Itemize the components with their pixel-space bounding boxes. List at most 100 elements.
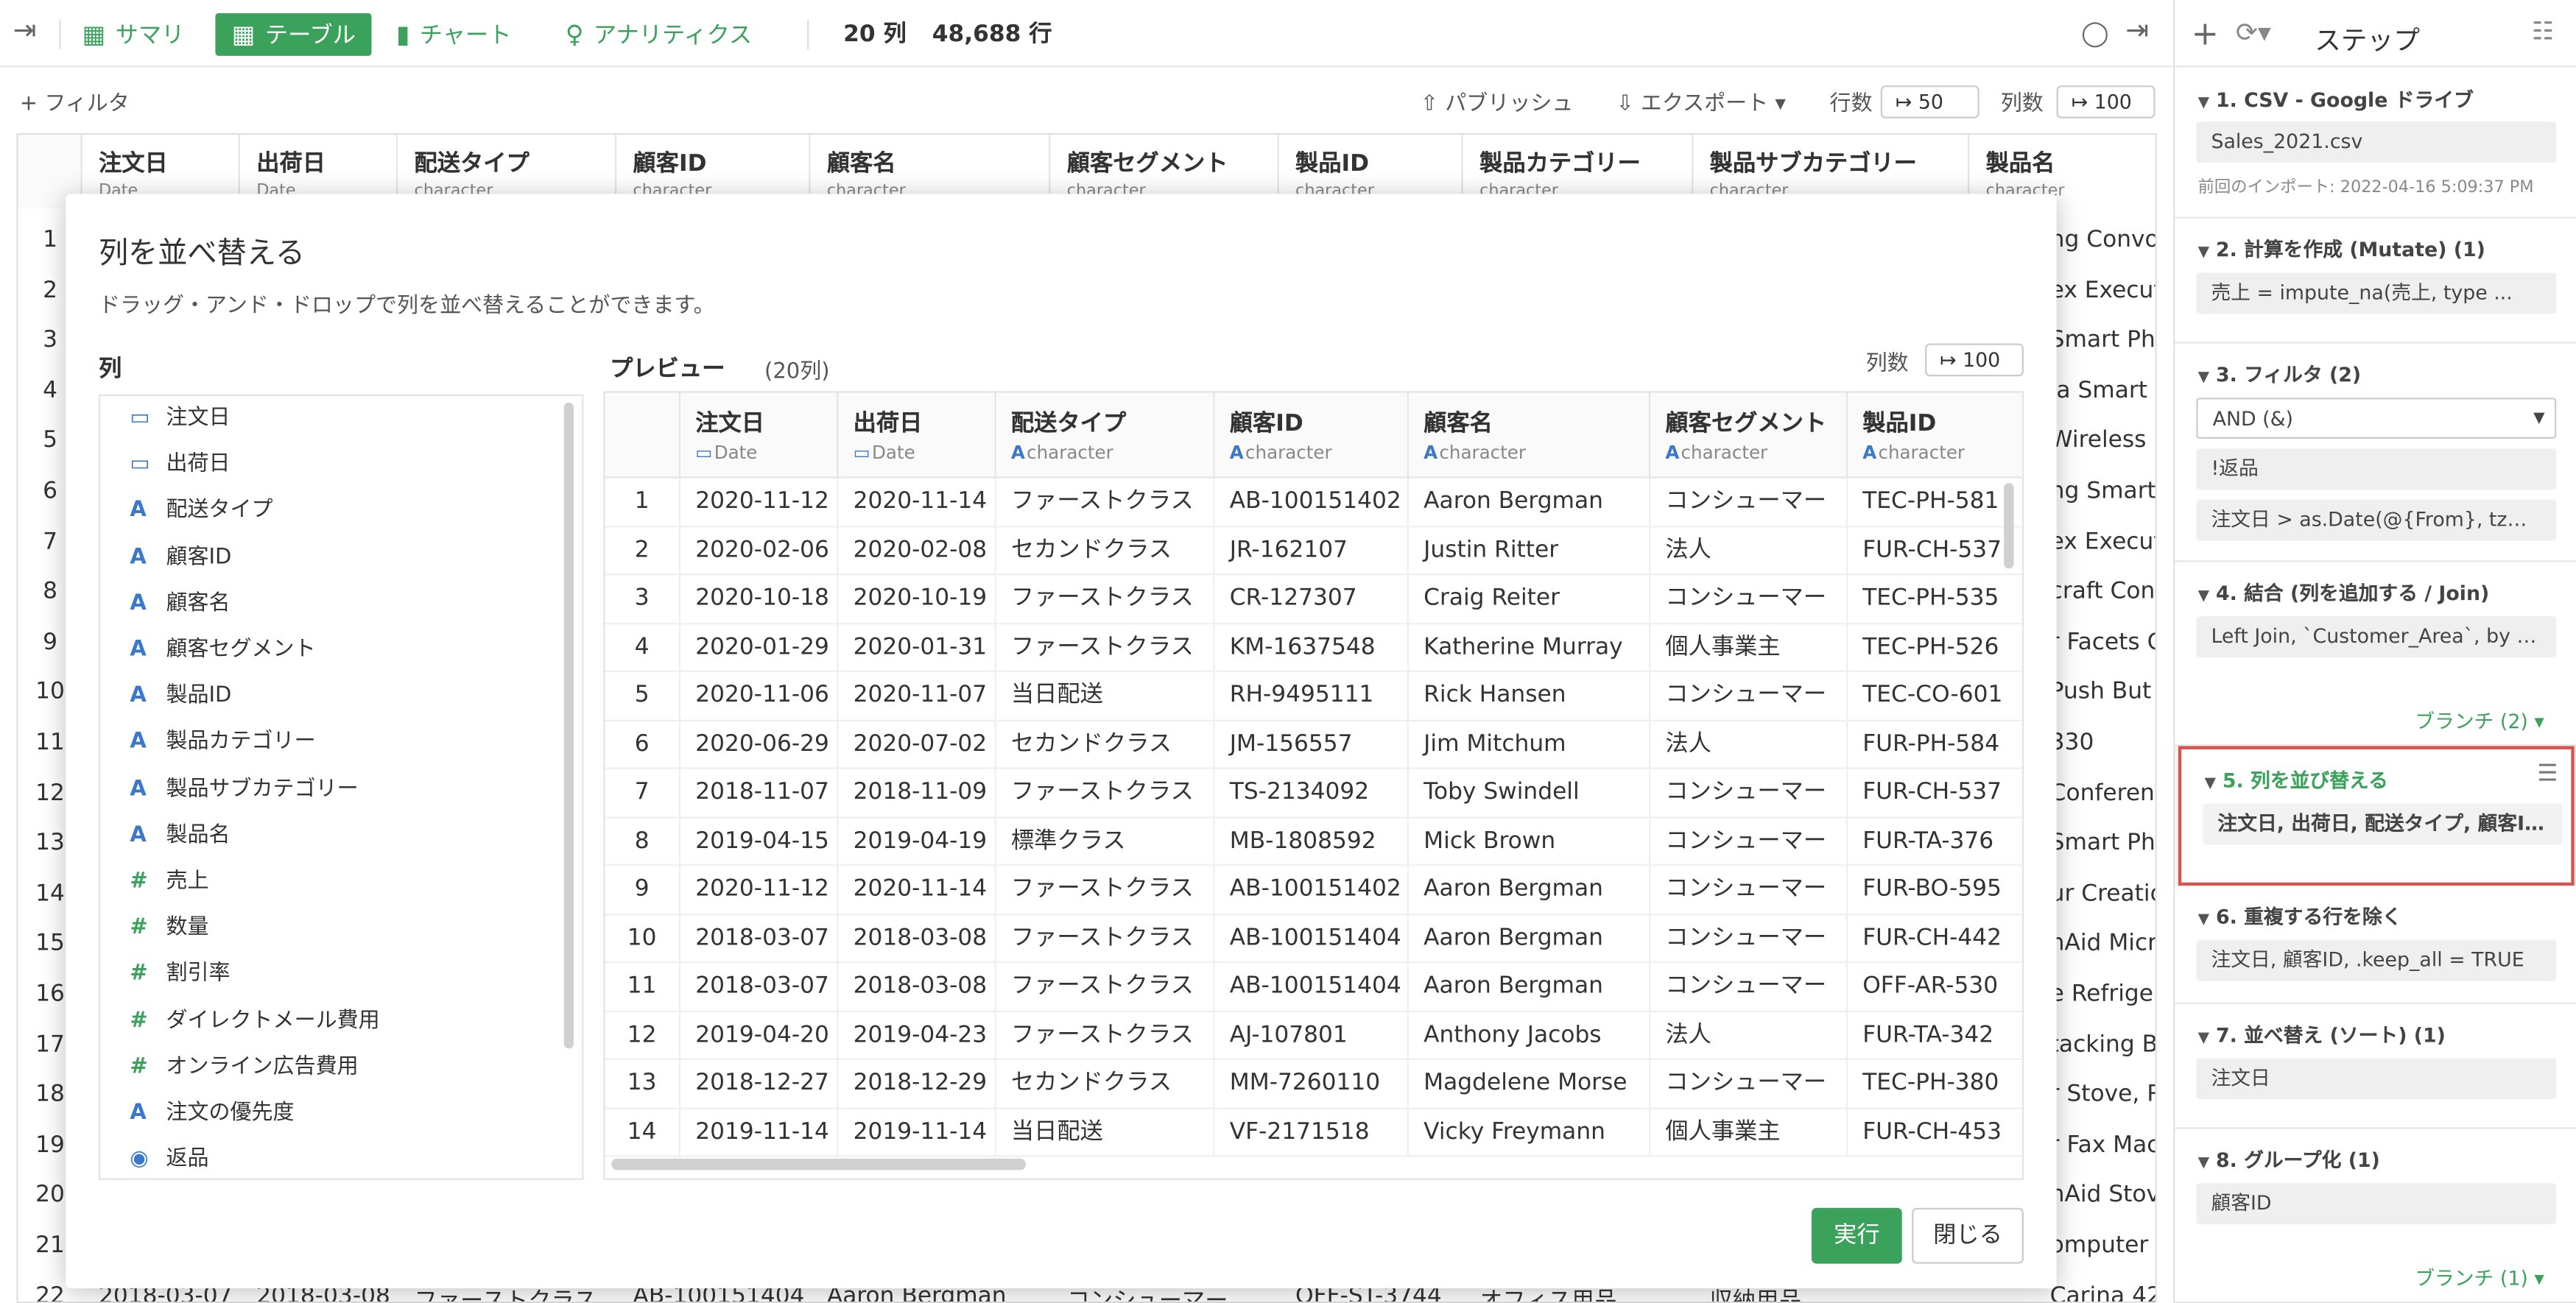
- branch-link[interactable]: ブランチ (2) ▾: [2415, 707, 2544, 735]
- step-detail[interactable]: 売上 = impute_na(売上, type ...: [2196, 272, 2557, 314]
- preview-column-header[interactable]: 出荷日 ▭ Date: [838, 392, 996, 479]
- rows-input[interactable]: ↦ 50: [1880, 85, 1979, 119]
- step-detail[interactable]: 顧客ID: [2196, 1183, 2557, 1225]
- step-detail[interactable]: Sales_2021.csv: [2196, 121, 2557, 163]
- preview-column-header[interactable]: 製品ID Acharacter: [1848, 392, 2022, 479]
- column-list-item[interactable]: A 製品カテゴリー: [130, 727, 315, 760]
- table-cell: コンシューマー: [1650, 866, 1848, 914]
- menu-lines-icon[interactable]: ☰: [2537, 761, 2558, 788]
- column-list-item[interactable]: # 割引率: [130, 958, 230, 992]
- settings-sliders-icon[interactable]: ☷: [2532, 16, 2554, 46]
- column-list-item[interactable]: A 注文の優先度: [130, 1098, 294, 1131]
- table-row: 12 2019-04-20 2019-04-23 ファーストクラス AJ-107801 A…: [605, 1011, 2022, 1060]
- step-item[interactable]: ▼ 1. CSV - Google ドライブ Sales_2021.csv 前回のイン…: [2175, 67, 2576, 219]
- cols-input[interactable]: ↦ 100: [2056, 85, 2156, 119]
- preview-column-header[interactable]: 顧客セグメント Acharacter: [1650, 392, 1848, 479]
- table-cell: コンシューマー: [1650, 963, 1848, 1011]
- table-cell: コンシューマー: [1650, 769, 1848, 817]
- table-cell: FUR-CH-453: [1848, 1109, 2022, 1157]
- add-step-icon[interactable]: +: [2192, 13, 2219, 53]
- expand-panel-icon[interactable]: ⇥: [2125, 15, 2149, 48]
- row-number: 11: [605, 963, 681, 1011]
- table-cell: OFF-AR-530: [1848, 963, 2022, 1011]
- column-type-label: character: [1027, 442, 1113, 464]
- row-number: 13: [605, 1059, 681, 1108]
- step-detail[interactable]: 注文日, 顧客ID, .keep_all = TRUE: [2196, 939, 2557, 981]
- step-item[interactable]: ▼ 6. 重複する行を除く 注文日, 顧客ID, .keep_all = TRUE: [2175, 886, 2576, 1004]
- collapse-sidebar-icon[interactable]: ⇥: [13, 15, 37, 48]
- table-cell: TEC-PH-535: [1848, 575, 2022, 623]
- table-cell: ファーストクラス: [996, 1011, 1215, 1059]
- column-type-label: character: [1878, 442, 1966, 464]
- table-cell: AJ-107801: [1215, 1011, 1410, 1059]
- table-cell: 2020-06-29: [680, 720, 839, 769]
- comment-icon[interactable]: ◯: [2081, 18, 2108, 48]
- table-cell: Craig Reiter: [1409, 575, 1651, 624]
- preview-column-header[interactable]: 顧客ID Acharacter: [1214, 392, 1410, 479]
- step-select[interactable]: AND (&) ▼: [2196, 398, 2557, 439]
- table-cell: 個人事業主: [1650, 1108, 1848, 1157]
- column-list-item[interactable]: ◉ 返品: [130, 1144, 208, 1177]
- column-list-item[interactable]: # オンライン広告費用: [130, 1051, 358, 1084]
- column-list-item[interactable]: A 製品名: [130, 819, 230, 852]
- column-list-item[interactable]: A 顧客ID: [130, 542, 231, 575]
- column-list-item[interactable]: ▭ 注文日: [130, 403, 230, 436]
- filter-button[interactable]: + フィルタ: [20, 85, 130, 116]
- table-cell: 2019-11-14: [680, 1108, 839, 1157]
- step-title-text: 5. 列を並び替える: [2222, 769, 2388, 792]
- step-item[interactable]: ▼ 3. フィルタ (2) AND (&) ▼ !返品 注文日 > as.Date(@{F…: [2175, 343, 2576, 562]
- number-hash-icon: #: [130, 915, 148, 941]
- table-cell: 2020-11-07: [838, 672, 996, 720]
- step-title-text: 1. CSV - Google ドライブ: [2215, 88, 2474, 112]
- column-list-item[interactable]: ▭ 出荷日: [130, 449, 230, 482]
- preview-column-header[interactable]: 配送タイプ Acharacter: [996, 392, 1215, 479]
- step-item[interactable]: ▼ 2. 計算を作成 (Mutate) (1) 売上 = impute_na(売上,…: [2175, 218, 2576, 344]
- table-cell: 法人: [1650, 720, 1848, 769]
- close-button[interactable]: 閉じる: [1912, 1207, 2024, 1264]
- branch-link[interactable]: ブランチ (1) ▾: [2415, 1264, 2544, 1292]
- table-cell: JM-156557: [1215, 720, 1410, 769]
- step-detail[interactable]: Left Join, `Customer_Area`, by = c(...: [2196, 616, 2557, 657]
- column-list-scrollbar[interactable]: [563, 402, 574, 1049]
- column-name: 顧客ID: [166, 545, 232, 570]
- column-list-item[interactable]: A 製品ID: [130, 681, 231, 714]
- step-detail[interactable]: 注文日, 出荷日, 配送タイプ, 顧客ID,...: [2203, 803, 2563, 845]
- table-cell: MM-7260110: [1215, 1059, 1410, 1108]
- preview-column-header[interactable]: 顧客名 Acharacter: [1409, 392, 1651, 479]
- grid-cell: Conferenc: [2049, 780, 2157, 807]
- step-item[interactable]: ▼ 7. 並べ替え (ソート) (1) 注文日: [2175, 1003, 2576, 1129]
- export-button[interactable]: ⇩ エクスポート ▾: [1616, 85, 1786, 116]
- table-cell: TS-2134092: [1215, 769, 1410, 817]
- table-cell: VF-2171518: [1215, 1108, 1410, 1157]
- tab-analytics[interactable]: ♀ アナリティクス: [566, 13, 752, 56]
- column-list-item[interactable]: # 数量: [130, 912, 208, 945]
- tab-table[interactable]: ▦ テーブル: [215, 13, 373, 56]
- table-row: 1 2020-11-12 2020-11-14 ファーストクラス AB-10015140…: [605, 478, 2022, 527]
- step-detail[interactable]: !返品: [2196, 448, 2557, 490]
- step-item[interactable]: ▼ 4. 結合 (列を追加する / Join) Left Join, `Custom…: [2175, 562, 2576, 746]
- indent-arrow-icon: ↦: [2071, 90, 2094, 114]
- run-button[interactable]: 実行: [1811, 1207, 1902, 1264]
- tab-summary[interactable]: ▦ サマリ: [82, 13, 185, 56]
- column-list-item[interactable]: A 製品サブカテゴリー: [130, 774, 358, 807]
- column-list-item[interactable]: A 配送タイプ: [130, 495, 272, 529]
- columns-heading: 列: [98, 356, 122, 384]
- publish-button[interactable]: ⇧ パブリッシュ: [1421, 85, 1574, 116]
- step-item[interactable]: ▼ 8. グループ化 (1) 顧客ID ブランチ (1) ▾: [2175, 1129, 2576, 1303]
- column-list-item[interactable]: # 売上: [130, 866, 208, 899]
- column-list-item[interactable]: A 顧客セグメント: [130, 635, 315, 668]
- branch-label: ブランチ (2): [2415, 710, 2528, 733]
- refresh-icon[interactable]: ⟳▾: [2236, 16, 2271, 47]
- step-detail[interactable]: 注文日: [2196, 1058, 2557, 1100]
- preview-cols-input[interactable]: ↦ 100: [1925, 343, 2024, 377]
- branch-label: ブランチ (1): [2415, 1267, 2528, 1290]
- step-detail[interactable]: 注文日 > as.Date(@{From}, tz="...: [2196, 499, 2557, 541]
- column-list-item[interactable]: # ダイレクトメール費用: [130, 1005, 379, 1038]
- caret-down-icon: ▼: [2197, 244, 2210, 261]
- preview-scrollbar-horizontal[interactable]: [611, 1158, 1026, 1170]
- tab-chart[interactable]: ▮ チャート: [396, 13, 512, 56]
- step-item[interactable]: ▼ 5. 列を並び替える 注文日, 出荷日, 配送タイプ, 顧客ID,... ☰: [2178, 746, 2575, 886]
- column-list-item[interactable]: A 顧客名: [130, 588, 230, 621]
- preview-column-header[interactable]: 注文日 ▭ Date: [680, 392, 839, 479]
- preview-scrollbar-vertical[interactable]: [2004, 483, 2014, 569]
